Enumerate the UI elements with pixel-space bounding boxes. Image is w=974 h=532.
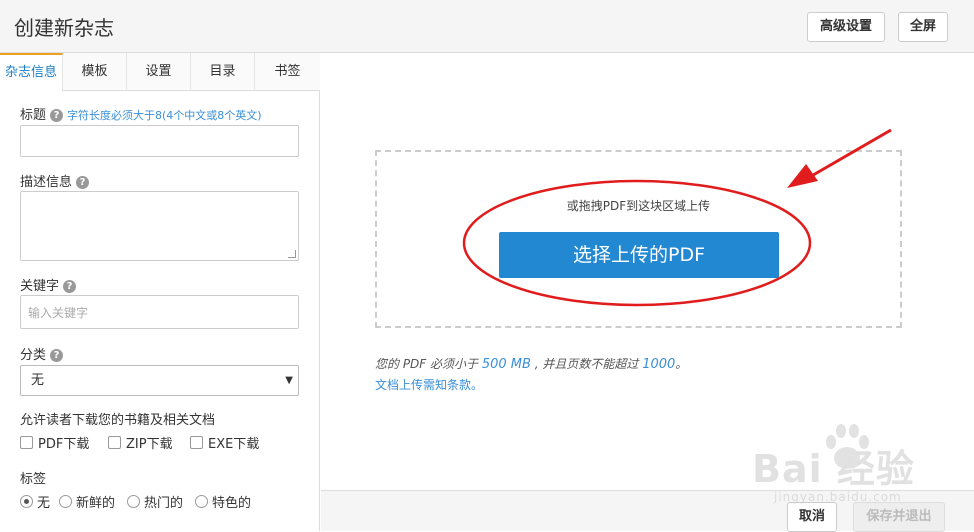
- help-icon[interactable]: ?: [50, 109, 64, 122]
- title-label: 标题: [20, 108, 47, 123]
- advanced-settings-button[interactable]: 高级设置: [807, 12, 885, 42]
- keyword-input[interactable]: 输入关键字: [20, 295, 299, 329]
- tab-contents[interactable]: 目录: [191, 53, 255, 91]
- tag-option-label: 特色的: [212, 496, 252, 511]
- page-limit: 1000: [642, 357, 676, 372]
- tag-option-label: 新鲜的: [76, 496, 116, 511]
- tag-radio-featured[interactable]: 特色的: [195, 492, 251, 511]
- pdf-dropzone[interactable]: 或拖拽PDF到这块区域上传 选择上传的PDF: [375, 150, 902, 328]
- keyword-label: 关键字: [20, 279, 60, 294]
- upload-pdf-button[interactable]: 选择上传的PDF: [499, 232, 779, 278]
- page-title: 创建新杂志: [14, 16, 114, 40]
- tag-option-label: 热门的: [144, 496, 184, 511]
- note-middle: , 并且页数不能超过: [530, 357, 643, 371]
- upload-terms-link[interactable]: 文档上传需知条款。: [375, 376, 483, 393]
- title-label-row: 标题? 字符长度必须大于8(4个中文或8个英文): [20, 104, 262, 123]
- help-icon[interactable]: ?: [63, 280, 77, 293]
- upload-limit-note: 您的 PDF 必须小于 500 MB , 并且页数不能超过 1000。: [375, 355, 687, 372]
- note-suffix: 。: [675, 357, 688, 371]
- tag-option-label: 无: [37, 496, 51, 511]
- tag-label: 标签: [20, 472, 47, 487]
- zip-download-label: ZIP下载: [126, 437, 173, 452]
- download-label: 允许读者下载您的书籍及相关文档: [20, 413, 216, 428]
- tab-magazine-info[interactable]: 杂志信息: [0, 53, 63, 92]
- title-input[interactable]: [20, 125, 299, 157]
- radio-icon[interactable]: [195, 495, 208, 508]
- help-icon[interactable]: ?: [50, 349, 64, 362]
- note-prefix: 您的 PDF 必须小于: [375, 357, 482, 371]
- watermark-logo: Bai 经验: [752, 447, 915, 491]
- checkbox-icon[interactable]: [108, 436, 121, 449]
- category-select[interactable]: 无 ▼: [20, 365, 299, 396]
- tag-radio-fresh[interactable]: 新鲜的: [59, 492, 115, 511]
- category-label-row: 分类?: [20, 344, 64, 363]
- radio-icon[interactable]: [59, 495, 72, 508]
- desc-label-row: 描述信息?: [20, 171, 90, 190]
- radio-icon[interactable]: [127, 495, 140, 508]
- tag-radio-hot[interactable]: 热门的: [127, 492, 183, 511]
- pdf-download-checkbox[interactable]: PDF下载: [20, 433, 89, 452]
- pdf-download-label: PDF下载: [38, 437, 90, 452]
- resize-handle-icon[interactable]: [288, 250, 296, 258]
- title-hint: 字符长度必须大于8(4个中文或8个英文): [67, 109, 262, 122]
- zip-download-checkbox[interactable]: ZIP下载: [108, 433, 173, 452]
- tag-radio-none[interactable]: 无: [20, 492, 50, 511]
- watermark-url: jingyan.baidu.com: [774, 490, 902, 504]
- description-textarea[interactable]: [20, 191, 299, 261]
- tab-bookmarks[interactable]: 书签: [255, 53, 320, 91]
- desc-label: 描述信息: [20, 175, 73, 190]
- size-limit: 500 MB: [481, 357, 531, 372]
- category-value: 无: [31, 373, 45, 388]
- dropdown-arrow-icon: ▼: [285, 375, 293, 386]
- tab-template[interactable]: 模板: [63, 53, 127, 91]
- exe-download-label: EXE下载: [208, 437, 260, 452]
- drag-hint: 或拖拽PDF到这块区域上传: [566, 199, 711, 213]
- watermark: Bai 经验 jingyan.baidu.com: [752, 418, 962, 528]
- keyword-label-row: 关键字?: [20, 275, 77, 294]
- fullscreen-button[interactable]: 全屏: [898, 12, 948, 42]
- exe-download-checkbox[interactable]: EXE下载: [190, 433, 259, 452]
- radio-selected-icon[interactable]: [20, 495, 33, 508]
- header-bar: 创建新杂志 高级设置 全屏: [0, 0, 974, 53]
- tab-bar: 杂志信息 模板 设置 目录 书签: [0, 53, 320, 92]
- help-icon[interactable]: ?: [76, 176, 90, 189]
- category-label: 分类: [20, 348, 47, 363]
- tab-settings[interactable]: 设置: [127, 53, 191, 91]
- checkbox-icon[interactable]: [20, 436, 33, 449]
- keyword-placeholder: 输入关键字: [28, 306, 89, 320]
- checkbox-icon[interactable]: [190, 436, 203, 449]
